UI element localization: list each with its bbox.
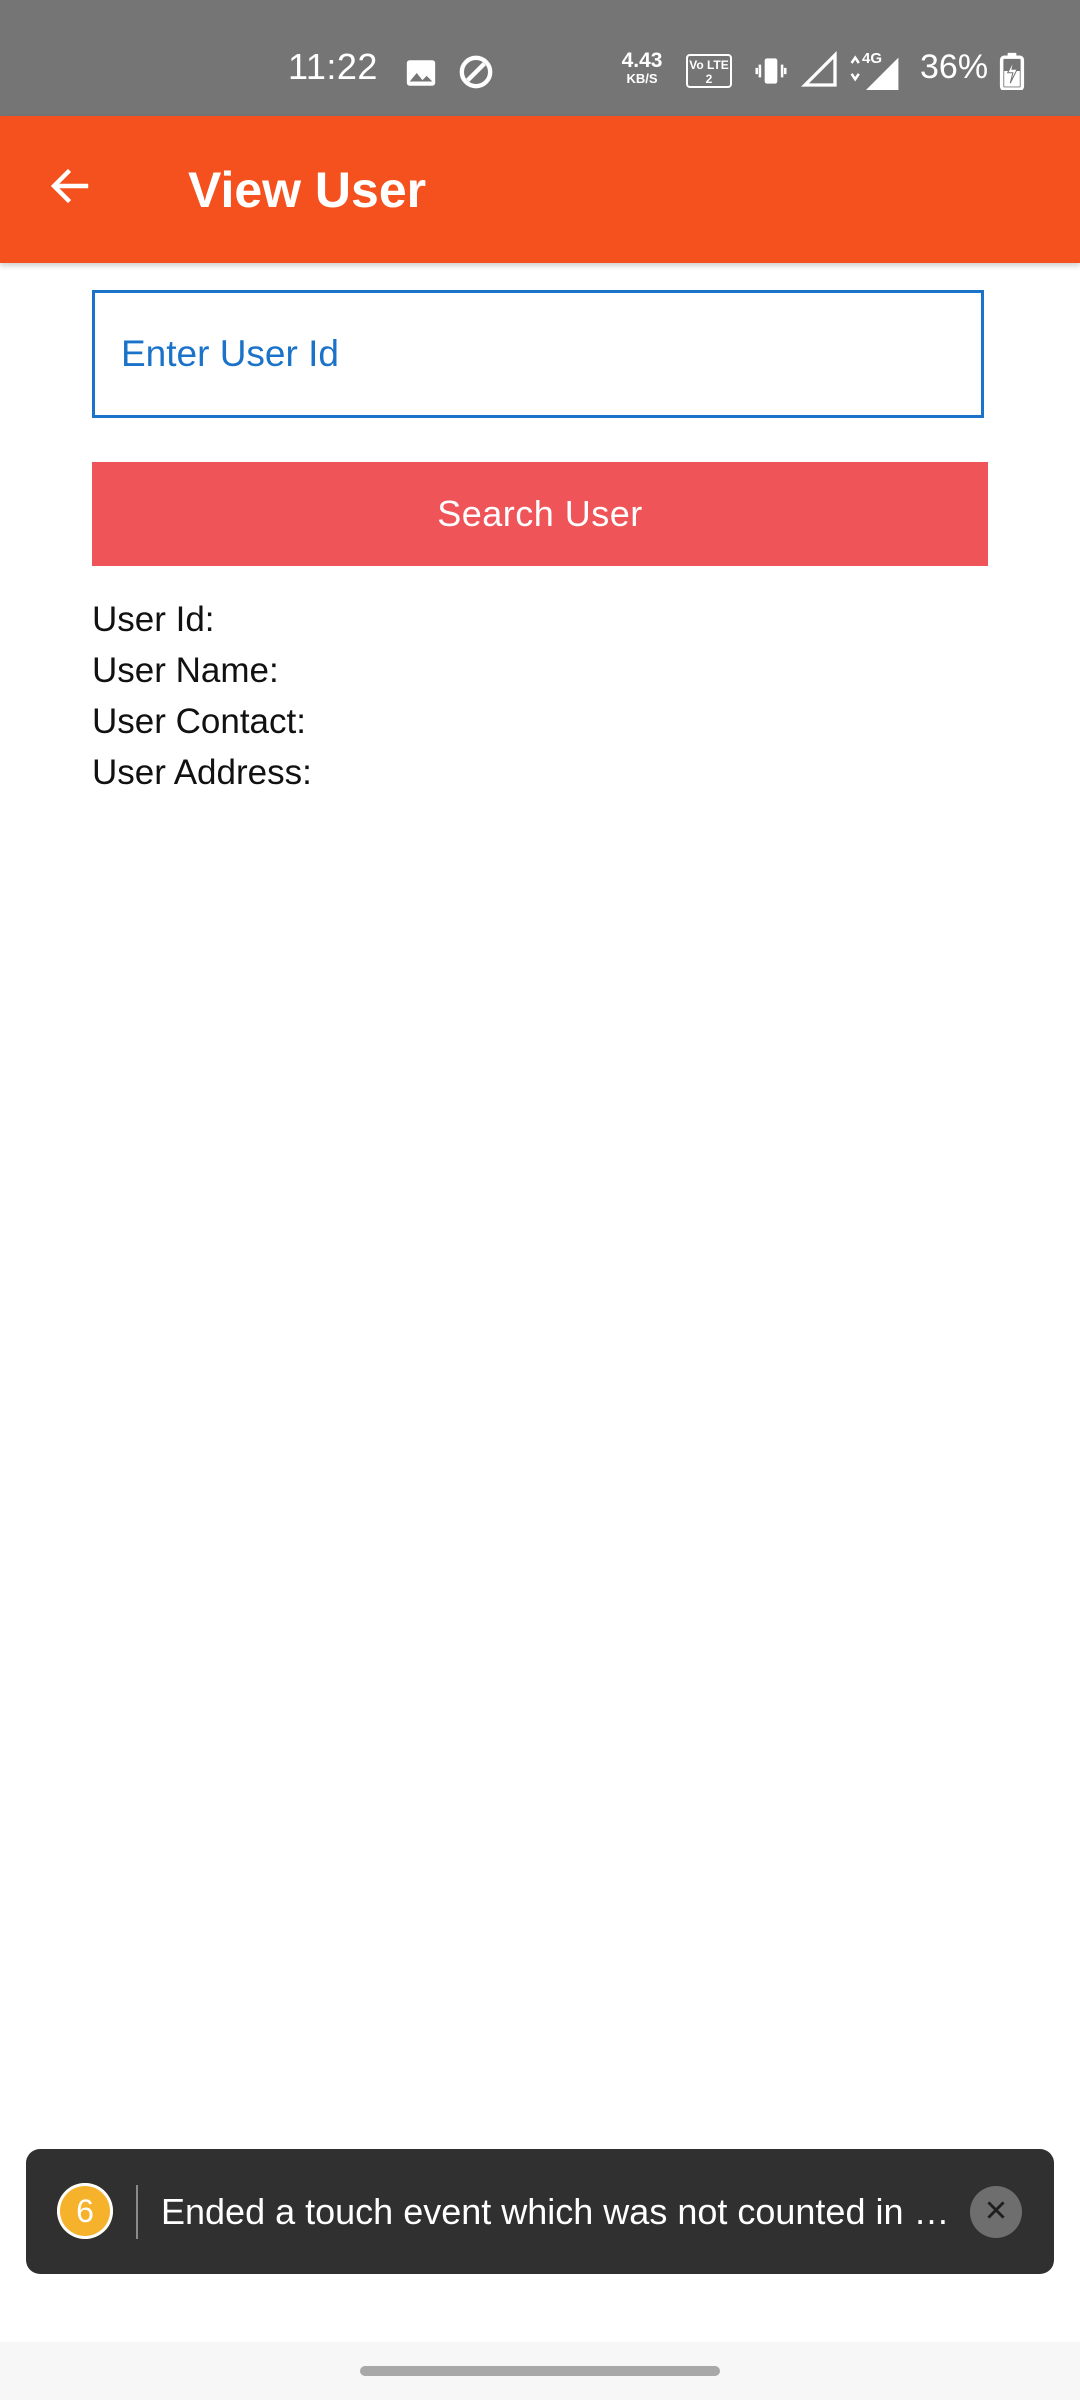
data-saver-icon [456,52,496,97]
toast-notification: 6 Ended a touch event which was not coun… [26,2149,1054,2274]
toast-divider [136,2185,138,2239]
net-speed: 4.43 KB/S [616,49,668,88]
signal-empty-icon [800,50,840,95]
user-address-label: User Address: [92,753,312,792]
net-speed-value: 4.43 [621,49,663,72]
user-id-label: User Id: [92,600,215,639]
volte-badge: Vo LTE 2 [686,54,732,88]
net-speed-unit: KB/S [626,71,658,86]
page-title: View User [188,162,427,218]
battery-percent: 36% [920,48,989,86]
toast-message: Ended a touch event which was not counte… [161,2191,950,2232]
user-name-label: User Name: [92,651,279,690]
vibrate-icon [752,52,790,95]
volte-label: Vo LTE 2 [689,58,729,86]
toast-count-badge: 6 [57,2183,113,2239]
app-bar: View User [0,116,1080,263]
close-icon [983,2197,1009,2228]
arrow-back-icon [46,162,94,215]
gallery-icon [404,56,438,95]
back-button[interactable] [28,146,112,230]
user-id-input[interactable] [92,290,984,418]
toast-close-button[interactable] [970,2186,1022,2238]
signal-4g-icon [848,52,902,97]
user-contact-label: User Contact: [92,702,306,741]
home-indicator[interactable] [360,2366,720,2376]
search-user-button[interactable]: Search User [92,462,988,566]
toast-count: 6 [76,2192,94,2229]
status-time: 11:22 [288,46,378,87]
status-bar: 11:22 4.43 KB/S Vo LTE 2 4G 36% [0,0,1080,116]
battery-charging-icon [998,52,1026,95]
